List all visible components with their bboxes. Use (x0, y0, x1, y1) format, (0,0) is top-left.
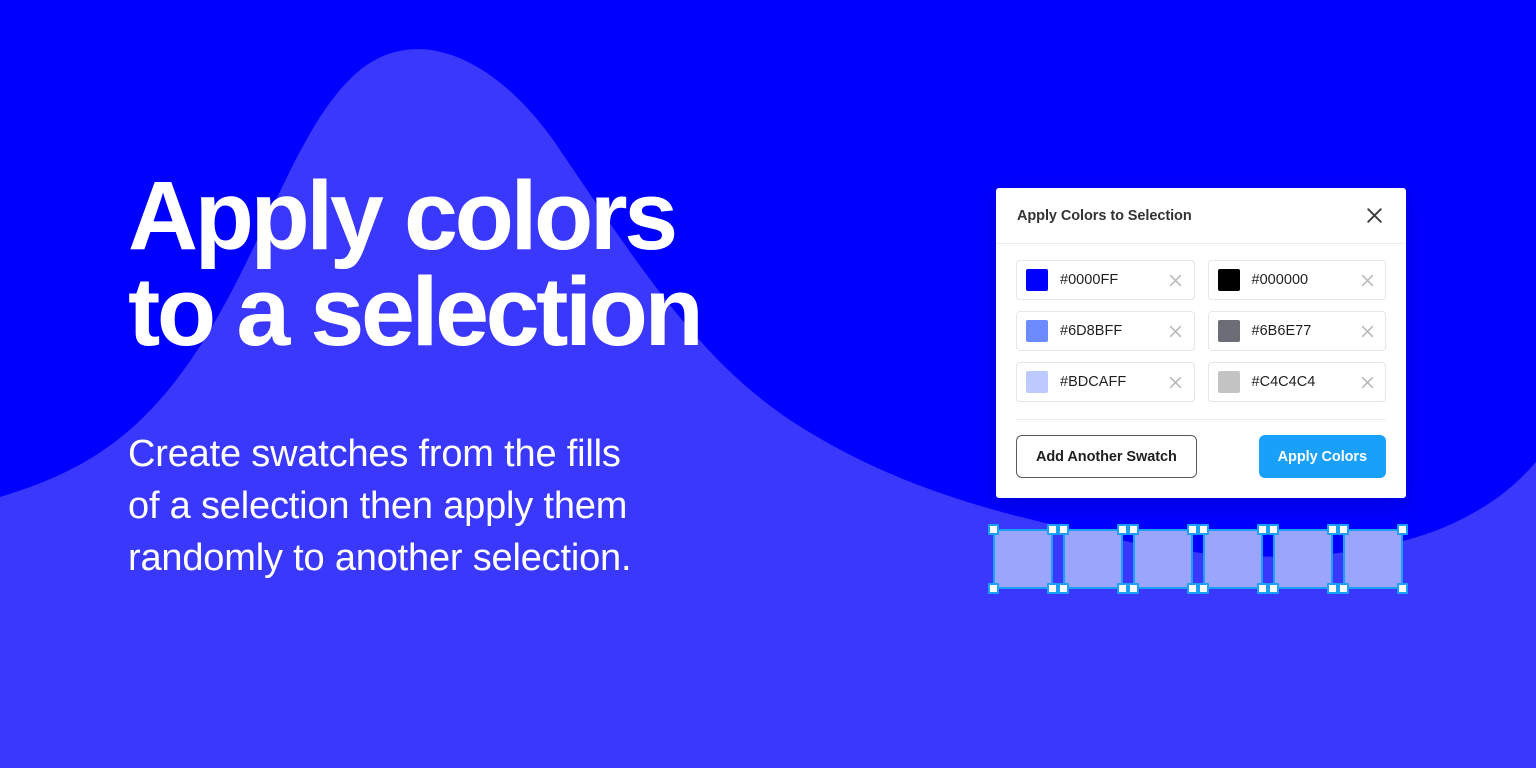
close-icon[interactable] (1359, 201, 1389, 231)
swatch-row[interactable]: #6D8BFF (1016, 311, 1195, 351)
page-title: Apply colors to a selection (128, 161, 704, 367)
swatch-hex-label: #BDCAFF (1060, 374, 1127, 390)
selected-rectangle[interactable] (1268, 524, 1338, 594)
selection-handle-bottom-right[interactable] (1187, 583, 1198, 594)
selection-handle-bottom-right[interactable] (1257, 583, 1268, 594)
selection-handle-top-left[interactable] (988, 524, 999, 535)
apply-colors-button[interactable]: Apply Colors (1258, 435, 1386, 478)
close-icon[interactable] (1357, 270, 1377, 290)
close-icon[interactable] (1357, 372, 1377, 392)
close-icon[interactable] (1357, 321, 1377, 341)
panel-title: Apply Colors to Selection (1017, 207, 1192, 224)
selection-handle-bottom-right[interactable] (1117, 583, 1128, 594)
selection-handle-bottom-right[interactable] (1047, 583, 1058, 594)
swatch-hex-label: #6D8BFF (1060, 323, 1123, 339)
add-another-swatch-button[interactable]: Add Another Swatch (1016, 435, 1197, 478)
swatch-color-chip[interactable] (1026, 320, 1048, 342)
close-icon[interactable] (1166, 372, 1186, 392)
swatch-hex-label: #0000FF (1060, 272, 1119, 288)
selection-handle-top-left[interactable] (1128, 524, 1139, 535)
close-icon[interactable] (1166, 270, 1186, 290)
selection-handle-bottom-left[interactable] (1338, 583, 1349, 594)
selection-handle-top-left[interactable] (1198, 524, 1209, 535)
swatch-hex-label: #C4C4C4 (1251, 374, 1316, 390)
selection-handle-bottom-left[interactable] (1198, 583, 1209, 594)
selected-rectangle[interactable] (1198, 524, 1268, 594)
swatch-color-chip[interactable] (1026, 371, 1048, 393)
hero-description: Create swatches from the fills of a sele… (128, 433, 632, 580)
selection-handle-top-right[interactable] (1397, 524, 1408, 535)
selected-rectangle[interactable] (1058, 524, 1128, 594)
swatch-hex-label: #000000 (1251, 272, 1309, 288)
selection-handle-top-left[interactable] (1338, 524, 1349, 535)
selection-handle-top-right[interactable] (1187, 524, 1198, 535)
selection-handle-bottom-left[interactable] (988, 583, 999, 594)
selected-rectangle[interactable] (988, 524, 1058, 594)
swatch-row[interactable]: #000000 (1207, 260, 1386, 300)
selection-handle-top-right[interactable] (1257, 524, 1268, 535)
selection-handle-top-right[interactable] (1047, 524, 1058, 535)
swatch-color-chip[interactable] (1026, 269, 1048, 291)
selection-handle-top-left[interactable] (1058, 524, 1069, 535)
selected-rectangle[interactable] (1338, 524, 1408, 594)
selected-rectangle[interactable] (1128, 524, 1198, 594)
swatch-row[interactable]: #C4C4C4 (1207, 362, 1386, 402)
swatch-grid: #0000FF #000000 #6D8BFF #6B6E77 #BDCAFF … (996, 244, 1406, 402)
selection-handle-top-left[interactable] (1268, 524, 1279, 535)
swatch-row[interactable]: #0000FF (1016, 260, 1195, 300)
selection-handle-top-right[interactable] (1327, 524, 1338, 535)
selection-handle-bottom-right[interactable] (1397, 583, 1408, 594)
panel-header: Apply Colors to Selection (996, 188, 1406, 244)
swatch-color-chip[interactable] (1217, 320, 1240, 342)
swatch-hex-label: #6B6E77 (1251, 323, 1312, 339)
swatch-row[interactable]: #6B6E77 (1207, 311, 1386, 351)
selection-handle-bottom-left[interactable] (1058, 583, 1069, 594)
selection-handle-top-right[interactable] (1117, 524, 1128, 535)
swatch-color-chip[interactable] (1217, 269, 1240, 291)
apply-colors-panel: Apply Colors to Selection #0000FF #00000… (996, 188, 1406, 498)
selection-handle-bottom-right[interactable] (1327, 583, 1338, 594)
swatch-color-chip[interactable] (1217, 371, 1240, 393)
selection-handle-bottom-left[interactable] (1268, 583, 1279, 594)
swatch-row[interactable]: #BDCAFF (1016, 362, 1195, 402)
canvas-selection-row (988, 524, 1408, 594)
panel-actions: Add Another Swatch Apply Colors (996, 420, 1406, 498)
selection-handle-bottom-left[interactable] (1128, 583, 1139, 594)
promo-banner: Apply colors to a selection Create swatc… (0, 0, 1536, 768)
hero-copy: Apply colors to a selection Create swatc… (128, 161, 928, 584)
close-icon[interactable] (1166, 321, 1186, 341)
